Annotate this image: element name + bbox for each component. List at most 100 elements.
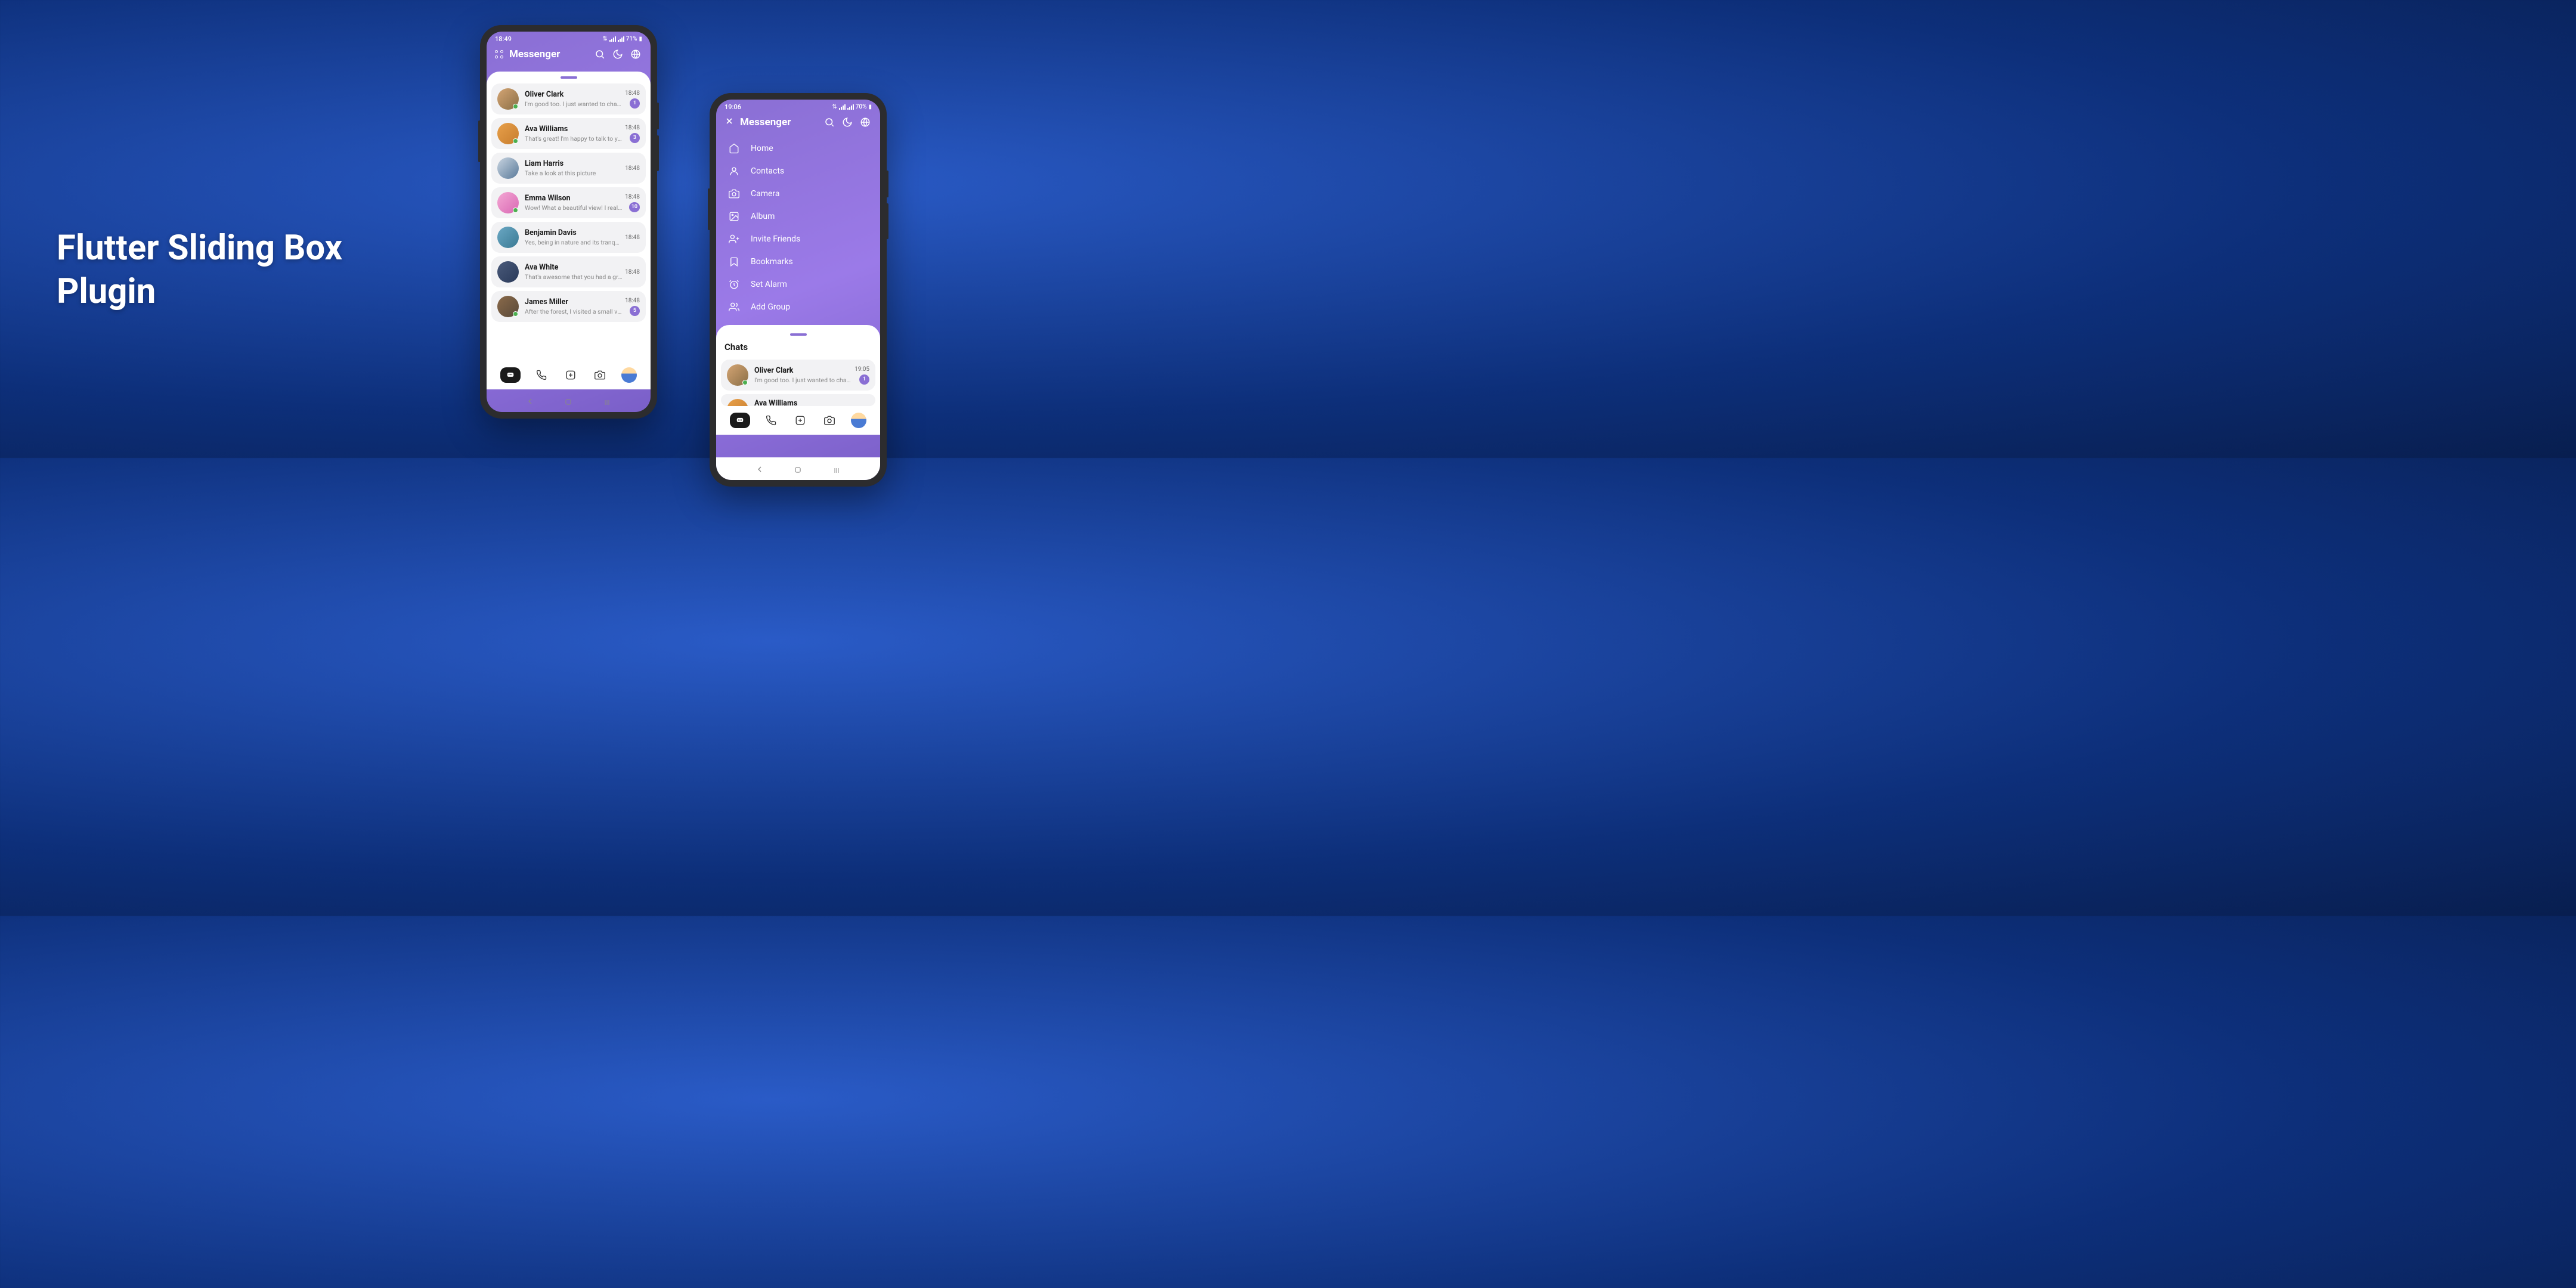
avatar-wrap [497,157,519,179]
chat-info: Ava Williams [754,399,867,406]
moon-icon[interactable] [611,48,624,61]
avatar-wrap [497,296,519,317]
chat-list: Oliver Clark I'm good too. I just wanted… [716,357,880,406]
menu-item-add-group[interactable]: Add Group [716,296,880,318]
back-icon[interactable] [755,465,764,476]
phone-side-btn [708,188,710,230]
camera-icon [728,188,740,200]
avatar-wrap [727,364,748,386]
menu-dots-icon[interactable] [495,50,503,58]
home-icon[interactable] [794,465,802,476]
menu-item-camera[interactable]: Camera [716,182,880,205]
menu-label: Home [751,144,773,153]
album-icon [728,210,740,222]
online-indicator [513,311,518,317]
title-line-1: Flutter Sliding Box [57,227,342,270]
chat-info: James Miller After the forest, I visited… [525,298,623,315]
nav-profile-icon[interactable] [850,412,867,429]
online-indicator [742,380,748,385]
chat-info: Oliver Clark I'm good too. I just wanted… [754,366,852,384]
set-alarm-icon [728,278,740,290]
chat-time: 18:48 [625,125,640,131]
nav-camera-icon[interactable] [592,367,608,383]
menu-item-invite-friends[interactable]: Invite Friends [716,228,880,250]
chat-item[interactable]: James Miller After the forest, I visited… [491,291,646,322]
chat-message: Wow! What a beautiful view! I really… [525,204,623,212]
menu-item-home[interactable]: Home [716,137,880,160]
signal-icon-2 [618,36,624,42]
chat-meta: 18:48 [625,165,640,172]
app-title: Messenger [509,48,589,60]
menu-item-album[interactable]: Album [716,205,880,228]
phone-volume-btn [886,171,888,197]
chat-name: Ava Williams [754,399,867,406]
chat-message: Take a look at this picture [525,169,623,177]
chat-item[interactable]: Ava Williams [721,394,875,406]
menu-item-set-alarm[interactable]: Set Alarm [716,273,880,296]
chat-item[interactable]: Ava White That's awesome that you had a … [491,256,646,287]
chat-item[interactable]: Liam Harris Take a look at this picture … [491,153,646,184]
search-icon[interactable] [593,48,606,61]
chat-message: Yes, being in nature and its tranquil… [525,239,623,246]
chat-time: 19:05 [854,366,869,373]
nav-add-icon[interactable] [792,412,809,429]
add-group-icon [728,301,740,313]
chat-item[interactable]: Ava Williams That's great! I'm happy to … [491,118,646,149]
signal-icon [609,36,616,42]
nav-add-icon[interactable] [562,367,579,383]
page-title: Flutter Sliding Box Plugin [57,227,342,313]
moon-icon[interactable] [841,116,854,129]
chat-message: That's great! I'm happy to talk to yo... [525,135,623,143]
recents-icon[interactable] [832,465,841,476]
battery-pct: 70% [856,104,867,110]
sliding-box[interactable]: Oliver Clark I'm good too. I just wanted… [487,72,651,361]
chat-item[interactable]: Oliver Clark I'm good too. I just wanted… [721,360,875,391]
nav-chat-icon[interactable] [500,367,521,383]
drag-handle[interactable] [790,333,807,336]
chat-item[interactable]: Emma Wilson Wow! What a beautiful view! … [491,187,646,218]
menu-item-contacts[interactable]: Contacts [716,160,880,182]
search-icon[interactable] [823,116,836,129]
nav-profile-icon[interactable] [621,367,637,383]
chat-info: Ava Williams That's great! I'm happy to … [525,125,623,143]
chat-list: Oliver Clark I'm good too. I just wanted… [487,81,651,328]
menu-label: Album [751,212,775,221]
chat-meta: 18:481 [625,90,640,109]
back-icon[interactable] [525,397,535,408]
online-indicator [513,104,518,109]
battery-icon: ▮ [868,104,872,110]
chat-item[interactable]: Benjamin Davis Yes, being in nature and … [491,222,646,253]
chat-meta: 18:483 [625,125,640,143]
chat-time: 18:48 [625,165,640,172]
globe-icon[interactable] [629,48,642,61]
menu-item-bookmarks[interactable]: Bookmarks [716,250,880,273]
unread-badge: 5 [630,306,640,316]
avatar-wrap [497,123,519,144]
avatar-wrap [497,88,519,110]
menu-label: Camera [751,189,780,199]
chat-info: Liam Harris Take a look at this picture [525,159,623,177]
bookmarks-icon [728,256,740,268]
chat-message: I'm good too. I just wanted to chat … [754,376,852,384]
nav-chat-icon[interactable] [730,413,750,428]
chat-time: 18:48 [625,269,640,275]
phone-power-btn [886,203,888,239]
sliding-box[interactable]: Chats Oliver Clark I'm good too. I just … [716,325,880,435]
system-nav [487,389,651,412]
nav-camera-icon[interactable] [821,412,838,429]
home-icon[interactable] [564,397,572,408]
chat-name: Emma Wilson [525,194,623,203]
nav-phone-icon[interactable] [763,412,779,429]
close-icon[interactable] [724,116,734,128]
globe-icon[interactable] [859,116,872,129]
nav-phone-icon[interactable] [533,367,550,383]
drag-handle[interactable] [561,76,577,79]
recents-icon[interactable] [602,397,612,408]
menu-label: Bookmarks [751,257,793,267]
menu-label: Contacts [751,166,784,176]
phone-screen-2: 19:06 ⇅ 70% ▮ Messenger Home Contacts Ca… [716,100,880,480]
chat-item[interactable]: Oliver Clark I'm good too. I just wanted… [491,83,646,114]
chat-name: Benjamin Davis [525,228,623,237]
chat-meta: 19:051 [854,366,869,385]
status-bar: 18:49 ⇅ 71% ▮ [487,32,651,44]
